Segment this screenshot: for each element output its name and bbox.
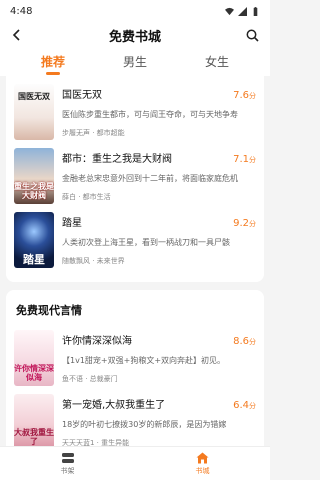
nav-bookshelf[interactable]: 书架 [0,447,135,480]
book-cover: 大叔我重生了 [14,394,54,446]
back-button[interactable] [8,26,26,44]
book-meta: 天天天蓝1 · 重生异能 [62,439,130,446]
book-title: 都市：重生之我是大财阀 [62,154,172,165]
book-title: 踏星 [62,218,82,229]
book-item[interactable]: 国医无双 国医无双 7.6分 医仙陈步重生都市，可与阎王夺命，可与天地争寿 步履… [14,84,256,142]
battery-icon [253,6,258,16]
search-button[interactable] [244,26,262,44]
book-score: 8.6分 [233,336,256,347]
book-cover: 许你情深深似海 [14,330,54,386]
book-meta: 薛白 · 都市生活 [62,193,111,201]
chevron-left-icon [12,29,20,41]
search-icon [247,29,260,42]
tab-male[interactable]: 男生 [94,53,176,76]
book-item[interactable]: 许你情深深似海 许你情深深似海 8.6分 【1v1甜宠+双强+狗粮文+双向奔赴】… [14,330,256,388]
book-cover: 国医无双 [14,84,54,140]
book-score: 7.6分 [233,90,256,101]
section-title: 免费现代言情 [16,304,82,317]
book-cover: 重生之我是大财阀 [14,148,54,204]
nav-bookstore[interactable]: 书城 [135,447,270,480]
book-feed[interactable]: 国医无双 国医无双 7.6分 医仙陈步重生都市，可与阎王夺命，可与天地争寿 步履… [0,76,270,446]
tab-recommend[interactable]: 推荐 [12,53,94,76]
nav-bookshelf-label: 书架 [60,466,75,475]
book-cover: 踏星 [14,212,54,268]
book-title: 第一宠婚,大叔我重生了 [62,400,166,411]
wifi-icon [225,7,234,15]
category-tabs: 推荐 男生 女生 [0,48,270,76]
book-title: 许你情深深似海 [62,336,132,347]
cover-title: 大叔我重生了 [14,428,54,446]
book-score: 9.2分 [233,218,256,229]
status-time: 4:48 [10,5,33,17]
book-meta: 步履无声 · 都市超能 [62,129,125,137]
page-title: 免费书城 [108,29,161,45]
cover-title: 许你情深深似海 [14,364,54,382]
book-score: 7.1分 [233,154,256,165]
bottom-nav-bar: 书架 书城 [0,446,270,480]
bookshelf-icon [61,452,74,463]
book-item[interactable]: 重生之我是大财阀 都市：重生之我是大财阀 7.1分 金融老总宋忠意外回到十二年前… [14,148,256,206]
book-desc: 18岁的叶初七撩拨30岁的新郎辰，是因为错嫁 [62,420,227,429]
cover-title: 国医无双 [18,92,50,101]
book-title: 国医无双 [62,90,102,101]
book-score: 6.4分 [233,400,256,411]
top-nav-bar: 免费书城 [0,22,270,48]
status-bar: 4:48 [0,0,270,22]
book-desc: 【1v1甜宠+双强+狗粮文+双向奔赴】初见。 [62,356,226,365]
book-item[interactable]: 大叔我重生了 第一宠婚,大叔我重生了 6.4分 18岁的叶初七撩拨30岁的新郎辰… [14,394,256,446]
recommend-card: 国医无双 国医无双 7.6分 医仙陈步重生都市，可与阎王夺命，可与天地争寿 步履… [6,76,264,282]
cover-title: 重生之我是大财阀 [14,182,54,200]
romance-section-card: 免费现代言情 许你情深深似海 许你情深深似海 8.6分 【1v1甜宠+双强+狗粮… [6,290,264,446]
book-meta: 随散飘风 · 未来世界 [62,257,125,265]
home-icon [196,452,209,463]
book-meta: 鱼不语 · 总裁豪门 [62,375,118,383]
book-desc: 人类初次登上海王星，看到一柄战刀和一具尸骸 [62,238,230,247]
cover-title: 踏星 [23,253,45,266]
tab-female[interactable]: 女生 [176,53,258,76]
book-desc: 医仙陈步重生都市，可与阎王夺命，可与天地争寿 [62,110,238,119]
book-desc: 金融老总宋忠意外回到十二年前，将面临家庭危机 [62,174,238,183]
book-item[interactable]: 踏星 踏星 9.2分 人类初次登上海王星，看到一柄战刀和一具尸骸 随散飘风 · … [14,212,256,270]
nav-bookstore-label: 书城 [195,466,210,475]
signal-icon [238,6,247,16]
